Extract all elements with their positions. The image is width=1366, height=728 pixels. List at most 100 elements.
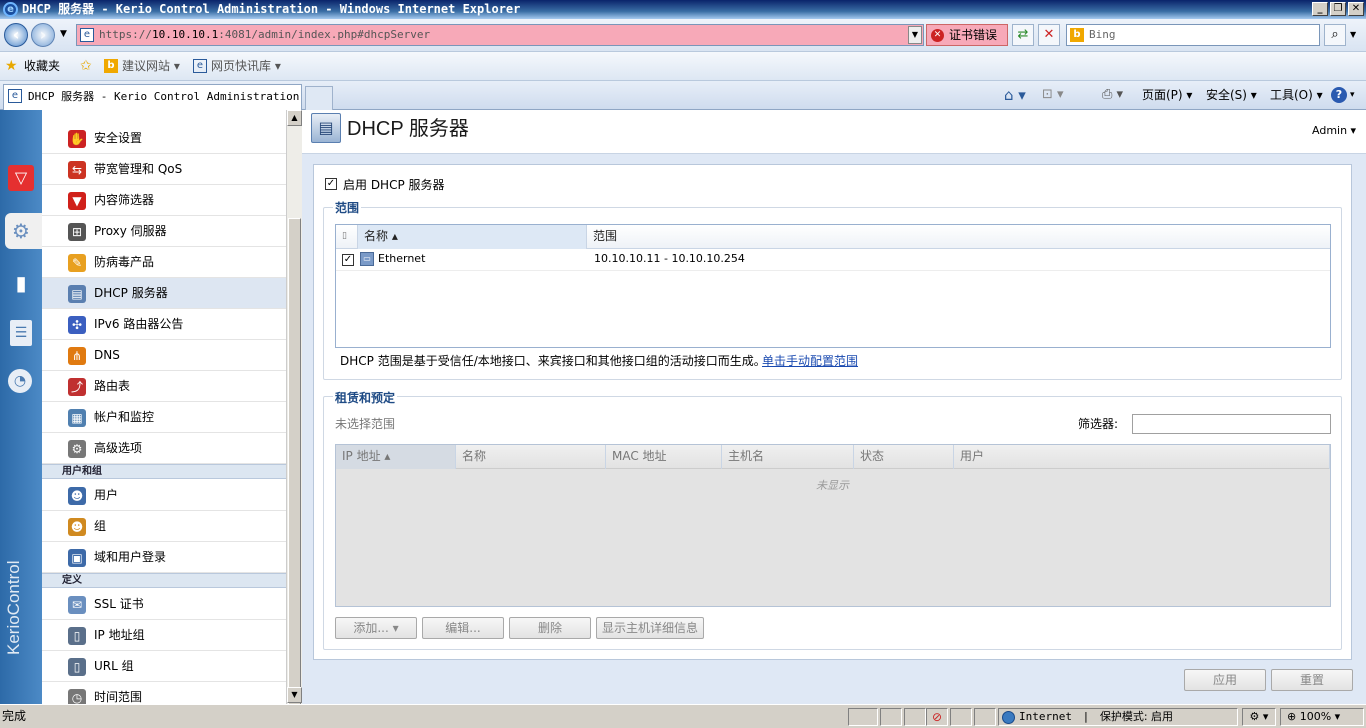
sidebar-item-domain[interactable]: ▣ 域和用户登录 <box>42 542 286 573</box>
enable-dhcp-checkbox[interactable]: ✓ <box>325 178 337 190</box>
delete-button[interactable]: 删除 <box>509 617 591 639</box>
sidebar-item-dns[interactable]: ⋔ DNS <box>42 340 286 371</box>
bar-chart-icon[interactable]: ▮ <box>8 270 34 296</box>
zoom-level: 100% <box>1299 710 1332 723</box>
leases-col-status[interactable]: 状态 <box>854 445 954 469</box>
forward-button[interactable]: › <box>31 23 55 47</box>
sidebar-item-user[interactable]: ☻ 用户 <box>42 480 286 511</box>
refresh-button[interactable]: ⇄ <box>1012 24 1034 46</box>
suggested-sites-icon: b <box>104 59 118 73</box>
stop-button[interactable]: ✕ <box>1038 24 1060 46</box>
search-input[interactable]: Bing <box>1066 24 1320 46</box>
dns-icon: ⋔ <box>68 347 86 365</box>
sidebar-item-certificate[interactable]: ✉ SSL 证书 <box>42 589 286 620</box>
web-slice-icon: e <box>193 59 207 73</box>
safety-menu[interactable]: 安全(S) ▾ <box>1206 81 1257 109</box>
scroll-down-button[interactable]: ▼ <box>287 687 302 703</box>
sidebar-scrollbar[interactable]: ▲ ▼ <box>286 110 302 728</box>
sidebar-item-security[interactable]: ✋ 安全设置 <box>42 123 286 154</box>
search-placeholder: Bing <box>1089 28 1116 41</box>
zone-segment[interactable]: Internet | 保护模式: 启用 <box>998 708 1238 726</box>
accounting-icon: ▦ <box>68 409 86 427</box>
home-icon[interactable]: ⌂ ▾ <box>1004 81 1026 109</box>
feeds-icon[interactable]: ⊡ ▾ <box>1042 81 1064 109</box>
url-group-icon: ▯ <box>68 658 86 676</box>
column-select-icon[interactable]: ▯ <box>336 225 358 249</box>
popup-blocker-icon[interactable]: ⊘ <box>926 708 948 726</box>
show-host-details-button[interactable]: 显示主机详细信息 <box>596 617 704 639</box>
leases-col-mac-address[interactable]: MAC 地址 <box>606 445 722 469</box>
scope-row-checkbox[interactable]: ✓ <box>342 254 354 266</box>
minimize-button[interactable]: _ <box>1312 2 1328 16</box>
security-dropdown-icon[interactable]: ⚙ ▾ <box>1242 708 1276 726</box>
leases-col-hostname[interactable]: 主机名 <box>722 445 854 469</box>
leases-col-name[interactable]: 名称 <box>456 445 606 469</box>
filter-icon: ▼ <box>68 192 86 210</box>
manual-config-link[interactable]: 单击手动配置范围 <box>762 352 858 369</box>
add-button[interactable]: 添加... ▾ <box>335 617 417 639</box>
sidebar-item-accounting[interactable]: ▦ 帐户和监控 <box>42 402 286 433</box>
sidebar-item-ipv6[interactable]: ✣ IPv6 路由器公告 <box>42 309 286 340</box>
address-dropdown-icon[interactable]: ▼ <box>908 26 922 44</box>
help-icon[interactable]: ? <box>1331 87 1347 103</box>
address-bar[interactable]: https://10.10.10.1:4081/admin/index.php#… <box>76 24 924 46</box>
pie-chart-icon[interactable]: ◔ <box>8 369 32 393</box>
sidebar-item-time[interactable]: ◷ 时间范围 <box>42 682 286 704</box>
sidebar-item-label: 帐户和监控 <box>94 410 155 424</box>
scopes-col-name[interactable]: 名称 ▴ <box>358 225 587 249</box>
sidebar-item-label: 内容筛选器 <box>94 193 155 207</box>
sidebar-item-proxy[interactable]: ⊞ Proxy 伺服器 <box>42 216 286 247</box>
star-icon: ★ <box>5 58 18 74</box>
sidebar-item-url-group[interactable]: ▯ URL 组 <box>42 651 286 682</box>
page-menu[interactable]: 页面(P) ▾ <box>1142 81 1192 109</box>
suggested-sites-link[interactable]: 建议网站 ▾ <box>122 57 180 75</box>
tools-menu[interactable]: 工具(O) ▾ <box>1270 81 1323 109</box>
admin-menu[interactable]: Admin ▾ <box>1312 124 1356 137</box>
reset-button[interactable]: 重置 <box>1271 669 1353 691</box>
sidebar-item-antivirus[interactable]: ✎ 防病毒产品 <box>42 247 286 278</box>
scroll-up-button[interactable]: ▲ <box>287 110 302 126</box>
dhcp-server-icon: ▤ <box>311 113 341 143</box>
sidebar-item-ip-group[interactable]: ▯ IP 地址组 <box>42 620 286 651</box>
zoom-control[interactable]: ⊕ 100% ▾ <box>1280 708 1364 726</box>
sidebar: ✋ 安全设置 ⇆ 带宽管理和 QoS ▼ 内容筛选器 ⊞ Proxy 伺服器 ✎ 防病毒产品 ▤ DH… <box>42 110 286 704</box>
restore-button[interactable]: ❐ <box>1330 2 1346 16</box>
help-dropdown-icon[interactable]: ▾ <box>1350 81 1355 109</box>
print-icon[interactable]: ⎙ ▾ <box>1102 81 1123 109</box>
leases-col-ip-address[interactable]: IP 地址 ▴ <box>336 445 456 469</box>
search-options-icon[interactable]: ▼ <box>1350 30 1356 39</box>
scope-range: 10.10.10.11 - 10.10.10.254 <box>594 252 745 265</box>
search-button[interactable]: ⌕ <box>1324 24 1346 46</box>
sidebar-item-filter[interactable]: ▼ 内容筛选器 <box>42 185 286 216</box>
scope-row[interactable]: ✓ ▭ Ethernet 10.10.10.11 - 10.10.10.254 <box>336 249 1330 271</box>
scroll-thumb[interactable] <box>288 218 301 728</box>
gear-icon[interactable]: ⚙ <box>8 218 34 244</box>
leases-empty-text: 未显示 <box>816 479 849 492</box>
new-tab-button[interactable] <box>305 86 333 110</box>
log-icon[interactable]: ☰ <box>10 320 32 346</box>
back-button[interactable]: ‹ <box>4 23 28 47</box>
sidebar-item-routing[interactable]: ⤴ 路由表 <box>42 371 286 402</box>
filter-label: 筛选器: <box>1078 417 1119 431</box>
sidebar-item-bandwidth[interactable]: ⇆ 带宽管理和 QoS <box>42 154 286 185</box>
apply-button[interactable]: 应用 <box>1184 669 1266 691</box>
status-segment <box>950 708 972 726</box>
sidebar-item-advanced[interactable]: ⚙ 高级选项 <box>42 433 286 464</box>
sidebar-item-group[interactable]: ☻ 组 <box>42 511 286 542</box>
edit-button[interactable]: 编辑... <box>422 617 504 639</box>
web-slice-gallery-link[interactable]: 网页快讯库 ▾ <box>211 57 281 75</box>
filter-input[interactable] <box>1132 414 1331 434</box>
tab-active[interactable]: DHCP 服务器 - Kerio Control Administration <box>3 84 302 110</box>
sidebar-item-dhcp[interactable]: ▤ DHCP 服务器 <box>42 278 286 309</box>
user-icon: ☻ <box>68 487 86 505</box>
favorites-button[interactable]: 收藏夹 <box>24 57 60 75</box>
leases-legend: 租赁和预定 <box>333 389 398 406</box>
close-window-button[interactable]: ✕ <box>1348 2 1364 16</box>
scopes-col-range[interactable]: 范围 <box>587 225 1330 249</box>
history-dropdown-icon[interactable]: ▼ <box>60 29 67 39</box>
leases-col-user[interactable]: 用户 <box>954 445 1330 469</box>
zoom-dropdown-icon: ▾ <box>1334 710 1341 723</box>
shield-icon[interactable]: ▽ <box>8 165 34 191</box>
add-favorite-icon[interactable]: ✩ <box>80 58 92 74</box>
sidebar-item-label: 带宽管理和 QoS <box>94 162 183 176</box>
